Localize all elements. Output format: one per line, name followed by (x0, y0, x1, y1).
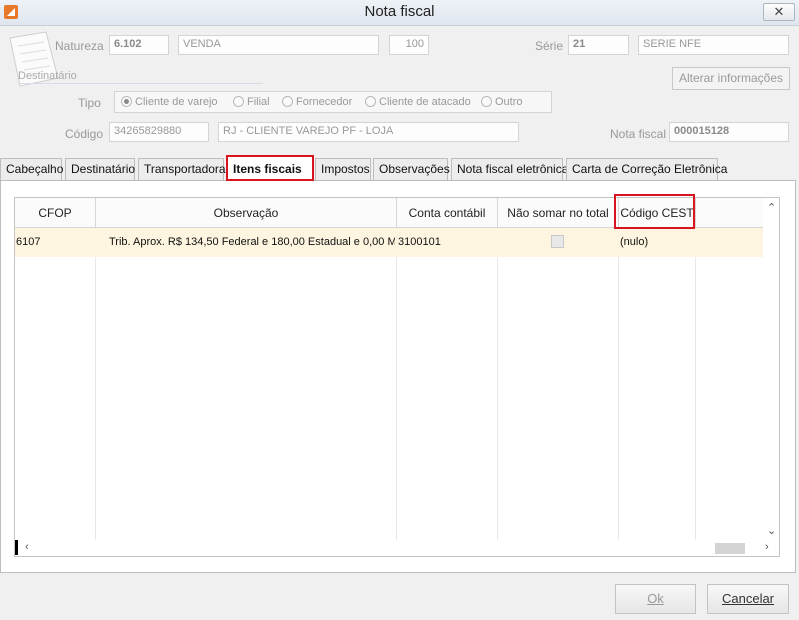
tab-transportadora[interactable]: Transportadora (138, 158, 226, 180)
column-header-observacao[interactable]: Observação (96, 198, 397, 228)
serie-desc-field[interactable]: SERIE NFE (638, 35, 789, 55)
tab-carta-correcao[interactable]: Carta de Correção Eletrônica (566, 158, 727, 180)
column-header-conta-contabil[interactable]: Conta contábil (397, 198, 498, 228)
nota-fiscal-label: Nota fiscal (610, 127, 667, 141)
ok-label: Ok (647, 591, 664, 606)
radio-cliente-varejo[interactable]: Cliente de varejo (121, 96, 218, 108)
radio-selected-dot (121, 96, 132, 107)
tab-label: Cabeçalho (6, 162, 64, 176)
tab-label: Itens fiscais (233, 162, 302, 176)
column-divider (618, 228, 619, 540)
ok-button[interactable]: Ok (615, 584, 696, 614)
horizontal-scrollbar[interactable]: ‹ › (15, 540, 779, 556)
cancel-label: Cancelar (721, 591, 775, 606)
radio-dot (481, 96, 492, 107)
alterar-informacoes-button[interactable]: Alterar informações (672, 67, 790, 90)
column-divider (695, 228, 696, 540)
tab-label: Transportadora (144, 162, 226, 176)
column-header-cfop[interactable]: CFOP (15, 198, 96, 228)
itens-fiscais-grid[interactable]: CFOP Observação Conta contábil Não somar… (14, 197, 780, 557)
codigo-label: Código (65, 127, 104, 141)
radio-label: Fornecedor (296, 96, 353, 108)
radio-dot (233, 96, 244, 107)
scroll-up-icon[interactable]: ⌃ (767, 201, 776, 214)
column-header-empty (696, 198, 763, 228)
cell-observacao[interactable]: Trib. Aprox. R$ 134,50 Federal e 180,00 … (109, 228, 395, 257)
scroll-thumb[interactable] (715, 543, 745, 554)
column-divider (95, 228, 96, 540)
tab-label: Impostos (321, 162, 370, 176)
nao-somar-checkbox[interactable] (551, 235, 564, 248)
radio-filial[interactable]: Filial (233, 96, 270, 108)
tipo-label: Tipo (78, 96, 101, 110)
tipo-radio-group: Cliente de varejo Filial Fornecedor Clie… (114, 91, 552, 113)
codigo-field[interactable]: 34265829880 (109, 122, 209, 142)
column-divider (396, 228, 397, 540)
radio-label: Filial (247, 96, 270, 108)
column-divider (497, 228, 498, 540)
radio-dot (365, 96, 376, 107)
natureza-code-field[interactable]: 6.102 (109, 35, 169, 55)
tab-label: Nota fiscal eletrônica (457, 162, 569, 176)
vertical-scrollbar[interactable]: ⌃ ⌄ (763, 198, 779, 540)
tab-impostos[interactable]: Impostos (315, 158, 371, 180)
cell-cfop[interactable]: 6107 (16, 228, 94, 257)
serie-num-field[interactable]: 21 (568, 35, 629, 55)
natureza-desc-field[interactable]: VENDA (178, 35, 379, 55)
window-title: Nota fiscal (364, 3, 435, 20)
tab-label: Destinatário (71, 162, 136, 176)
scroll-right-icon[interactable]: › (765, 541, 769, 553)
tab-label: Observações (379, 162, 450, 176)
cancel-button[interactable]: Cancelar (707, 584, 789, 614)
separator (18, 83, 263, 84)
tab-observacoes[interactable]: Observações (373, 158, 450, 180)
alterar-label: Alterar informações (678, 71, 784, 85)
natureza-label: Natureza (55, 39, 104, 53)
tab-nota-fiscal-eletronica[interactable]: Nota fiscal eletrônica (451, 158, 568, 180)
radio-cliente-atacado[interactable]: Cliente de atacado (365, 96, 471, 108)
tab-cabecalho[interactable]: Cabeçalho (0, 158, 64, 180)
tab-label: Carta de Correção Eletrônica (572, 162, 728, 176)
radio-label: Outro (495, 96, 523, 108)
tab-destinatario[interactable]: Destinatário (65, 158, 135, 180)
natureza-num-field[interactable]: 100 (389, 35, 429, 55)
radio-label: Cliente de varejo (135, 96, 218, 108)
radio-dot (282, 96, 293, 107)
close-button[interactable]: ✕ (763, 3, 795, 21)
tab-itens-fiscais[interactable]: Itens fiscais (226, 155, 314, 181)
cliente-field[interactable]: RJ - CLIENTE VAREJO PF - LOJA (218, 122, 519, 142)
table-row[interactable]: 6107 Trib. Aprox. R$ 134,50 Federal e 18… (15, 228, 763, 257)
cell-conta-contabil[interactable]: 3100101 (398, 228, 496, 257)
radio-fornecedor[interactable]: Fornecedor (282, 96, 352, 108)
destinatario-label: Destinatário (18, 70, 77, 82)
serie-label: Série (535, 39, 564, 53)
row-indicator (15, 540, 18, 555)
column-header-nao-somar[interactable]: Não somar no total (498, 198, 619, 228)
radio-outro[interactable]: Outro (481, 96, 523, 108)
radio-label: Cliente de atacado (379, 96, 471, 108)
scroll-down-icon[interactable]: ⌄ (767, 524, 776, 537)
codigo-cest-highlight (614, 194, 695, 229)
nota-fiscal-field[interactable]: 000015128 (669, 122, 789, 142)
scroll-left-icon[interactable]: ‹ (25, 541, 29, 553)
cell-codigo-cest[interactable]: (nulo) (620, 228, 694, 257)
